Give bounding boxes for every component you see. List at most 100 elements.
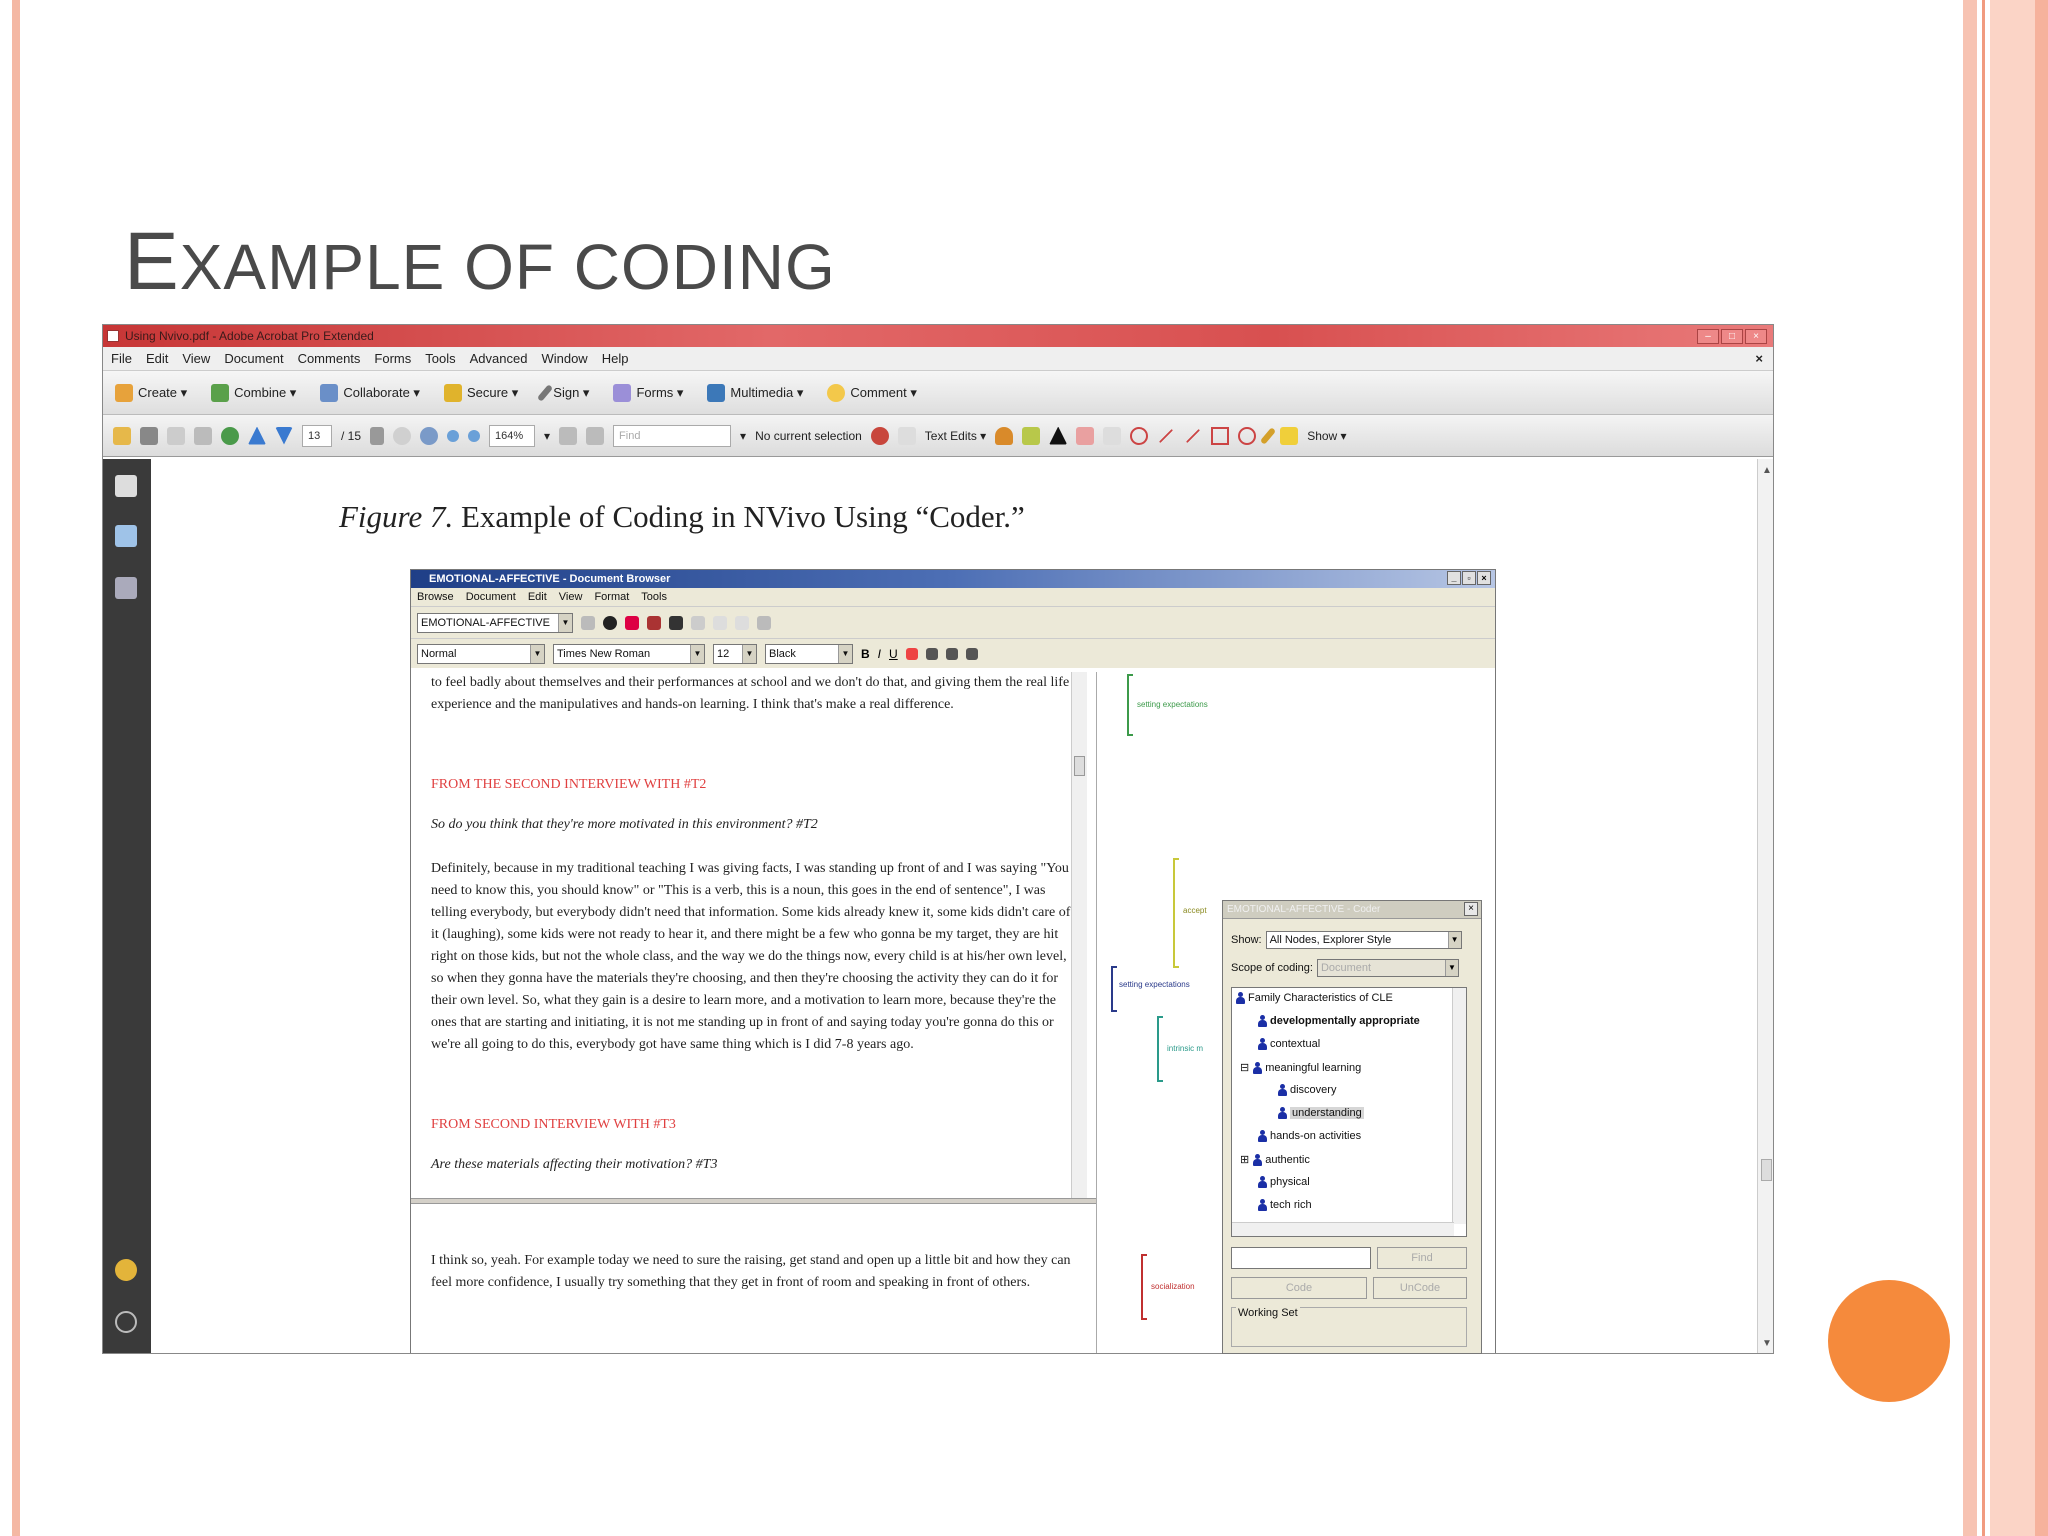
tree-vertical-scrollbar[interactable] [1452, 988, 1466, 1224]
close-icon[interactable]: × [1464, 902, 1478, 916]
fit-width-icon[interactable] [586, 426, 605, 445]
find-node-input[interactable] [1231, 1247, 1371, 1269]
pencil-tool-icon[interactable] [1260, 426, 1277, 445]
close-icon[interactable]: × [1477, 571, 1491, 585]
coding-stripe[interactable] [1111, 966, 1117, 1012]
zoom-dropdown-icon[interactable]: ▾ [544, 429, 550, 443]
rectangle-tool-icon[interactable] [1211, 426, 1230, 445]
scope-select[interactable]: Document ▼ [1316, 959, 1459, 977]
menu-file[interactable]: File [111, 351, 132, 366]
node-icon[interactable] [669, 615, 683, 630]
stamp-icon[interactable] [995, 426, 1014, 445]
collapse-icon[interactable]: ⊟ [1240, 1061, 1249, 1074]
code-button[interactable]: Code [1231, 1277, 1367, 1299]
menu-document[interactable]: Document [224, 351, 283, 366]
uncode-button[interactable]: UnCode [1373, 1277, 1467, 1299]
scroll-thumb[interactable] [1074, 756, 1085, 776]
cloud-icon[interactable] [1130, 426, 1149, 445]
coding-stripe[interactable] [1141, 1254, 1147, 1320]
text-edits-button[interactable]: Text Edits ▾ [925, 429, 986, 443]
callout-icon[interactable] [1076, 426, 1095, 445]
oval-tool-icon[interactable] [1238, 426, 1257, 445]
tree-node[interactable]: physical [1258, 1176, 1310, 1188]
coding-stripe[interactable] [1173, 858, 1179, 968]
hand-tool-icon[interactable] [393, 426, 412, 445]
tree-node[interactable]: developmentally appropriate [1258, 1015, 1420, 1027]
tree-node[interactable]: Family Characteristics of CLE [1236, 992, 1393, 1004]
coding-stripe[interactable] [1157, 1016, 1163, 1082]
forms-button[interactable]: Forms ▾ [613, 383, 683, 402]
menu-window[interactable]: Window [541, 351, 587, 366]
menu-view[interactable]: View [182, 351, 210, 366]
font-select[interactable]: Times New Roman ▼ [553, 643, 705, 664]
color-icon[interactable] [625, 615, 639, 630]
font-size-select[interactable]: 12 ▼ [713, 643, 757, 664]
signatures-panel-icon[interactable] [115, 577, 137, 599]
attach-icon[interactable] [1049, 426, 1068, 445]
document-scrollbar[interactable] [1071, 672, 1087, 1198]
underline-icon[interactable]: U [889, 647, 898, 661]
maximize-icon[interactable]: □ [1721, 328, 1743, 344]
color-select[interactable]: Black ▼ [765, 643, 853, 664]
menu-comments[interactable]: Comments [298, 351, 361, 366]
email-icon[interactable] [194, 426, 212, 445]
textbox-icon[interactable] [1103, 426, 1122, 445]
arrow-tool-icon[interactable] [1159, 428, 1174, 443]
align-center-icon[interactable] [925, 647, 938, 660]
menu-edit[interactable]: Edit [146, 351, 168, 366]
nvivo-menu-tools[interactable]: Tools [641, 591, 667, 603]
page-number-input[interactable]: 13 [302, 424, 332, 447]
restore-icon[interactable]: ▫ [1462, 571, 1476, 585]
page-up-icon[interactable] [248, 426, 266, 445]
menu-help[interactable]: Help [602, 351, 629, 366]
pages-panel-icon[interactable] [115, 475, 137, 497]
tree-node[interactable]: discovery [1278, 1084, 1336, 1096]
align-right-icon[interactable] [945, 647, 958, 660]
multimedia-button[interactable]: Multimedia ▾ [707, 383, 803, 402]
find-button[interactable]: Find [1377, 1247, 1467, 1269]
attachments-panel-icon[interactable] [115, 1311, 137, 1333]
select-cursor-icon[interactable] [370, 426, 385, 445]
scroll-down-icon[interactable]: ▼ [1762, 1338, 1772, 1349]
globe-icon[interactable] [221, 426, 239, 445]
nvivo-menu-browse[interactable]: Browse [417, 591, 454, 603]
nvivo-menu-view[interactable]: View [559, 591, 583, 603]
italic-icon[interactable]: I [878, 647, 881, 661]
sign-button[interactable]: Sign ▾ [537, 383, 589, 402]
secure-button[interactable]: Secure ▾ [443, 383, 518, 402]
comments-panel-icon[interactable] [115, 1259, 137, 1281]
zoom-out-icon[interactable] [447, 429, 460, 442]
open-folder-icon[interactable] [113, 426, 131, 445]
properties-icon[interactable] [581, 615, 595, 630]
zoom-tool-icon[interactable] [420, 426, 439, 445]
copy-icon[interactable] [735, 615, 749, 630]
justify-icon[interactable] [965, 647, 978, 660]
tree-horizontal-scrollbar[interactable] [1232, 1222, 1454, 1236]
minimize-icon[interactable]: _ [1447, 571, 1461, 585]
nvivo-menu-document[interactable]: Document [466, 591, 516, 603]
menu-forms[interactable]: Forms [374, 351, 411, 366]
align-left-icon[interactable] [905, 647, 918, 660]
show-button[interactable]: Show ▾ [1307, 429, 1346, 443]
bookmarks-panel-icon[interactable] [115, 525, 137, 547]
save-icon[interactable] [167, 426, 185, 445]
expand-icon[interactable]: ⊞ [1240, 1153, 1249, 1166]
document-select[interactable]: EMOTIONAL-AFFECTIVE ▼ [417, 612, 573, 633]
tree-node[interactable]: tech rich [1258, 1199, 1312, 1211]
find-input[interactable]: Find [613, 424, 732, 447]
print-icon[interactable] [140, 426, 158, 445]
tree-node[interactable]: hands-on activities [1258, 1130, 1361, 1142]
acrobat-vertical-scrollbar[interactable]: ▲ ▼ [1757, 459, 1773, 1353]
document-splitter[interactable] [411, 1198, 1096, 1204]
menu-tools[interactable]: Tools [425, 351, 455, 366]
close-icon[interactable]: × [1745, 328, 1767, 344]
fit-page-icon[interactable] [559, 426, 578, 445]
attribute-icon[interactable] [647, 615, 661, 630]
scroll-up-icon[interactable]: ▲ [1762, 465, 1772, 476]
tree-node-selected[interactable]: understanding [1278, 1107, 1364, 1119]
combine-button[interactable]: Combine ▾ [211, 383, 296, 402]
page-down-icon[interactable] [275, 426, 293, 445]
text-edits-icon[interactable] [897, 426, 916, 445]
show-select[interactable]: All Nodes, Explorer Style ▼ [1265, 931, 1462, 949]
create-button[interactable]: Create ▾ [115, 383, 187, 402]
